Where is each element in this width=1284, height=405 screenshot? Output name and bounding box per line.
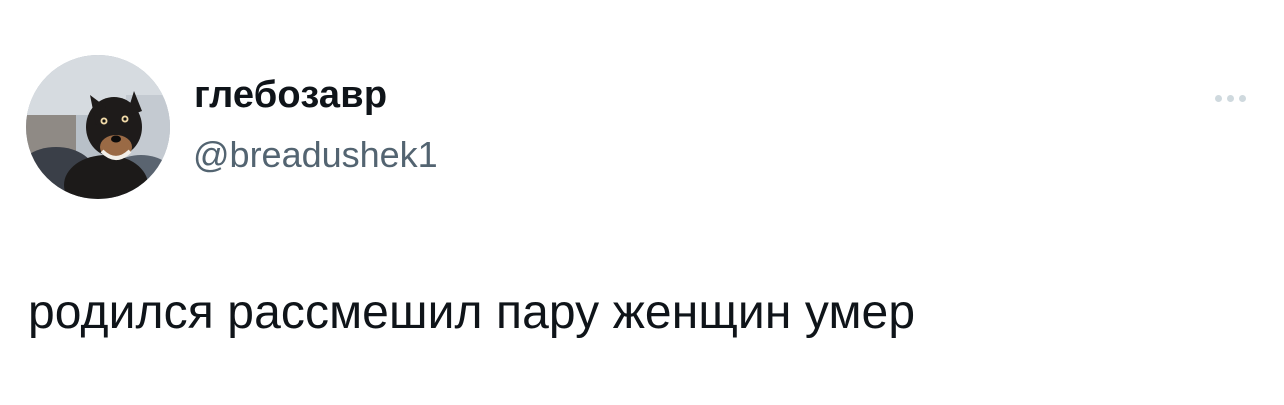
more-dot	[1226, 94, 1234, 102]
dog-photo-avatar-image	[26, 55, 170, 199]
avatar[interactable]	[26, 55, 170, 199]
user-handle[interactable]: @breadushek1	[193, 134, 438, 176]
more-horizontal-icon[interactable]	[1200, 86, 1260, 110]
display-name[interactable]: глебозавр	[194, 74, 387, 117]
more-dot	[1238, 94, 1246, 102]
tweet-card: глебозавр @breadushek1 родился рассмешил…	[0, 0, 1284, 405]
tweet-text: родился рассмешил пару женщин умер	[28, 286, 916, 339]
more-dot	[1214, 94, 1222, 102]
